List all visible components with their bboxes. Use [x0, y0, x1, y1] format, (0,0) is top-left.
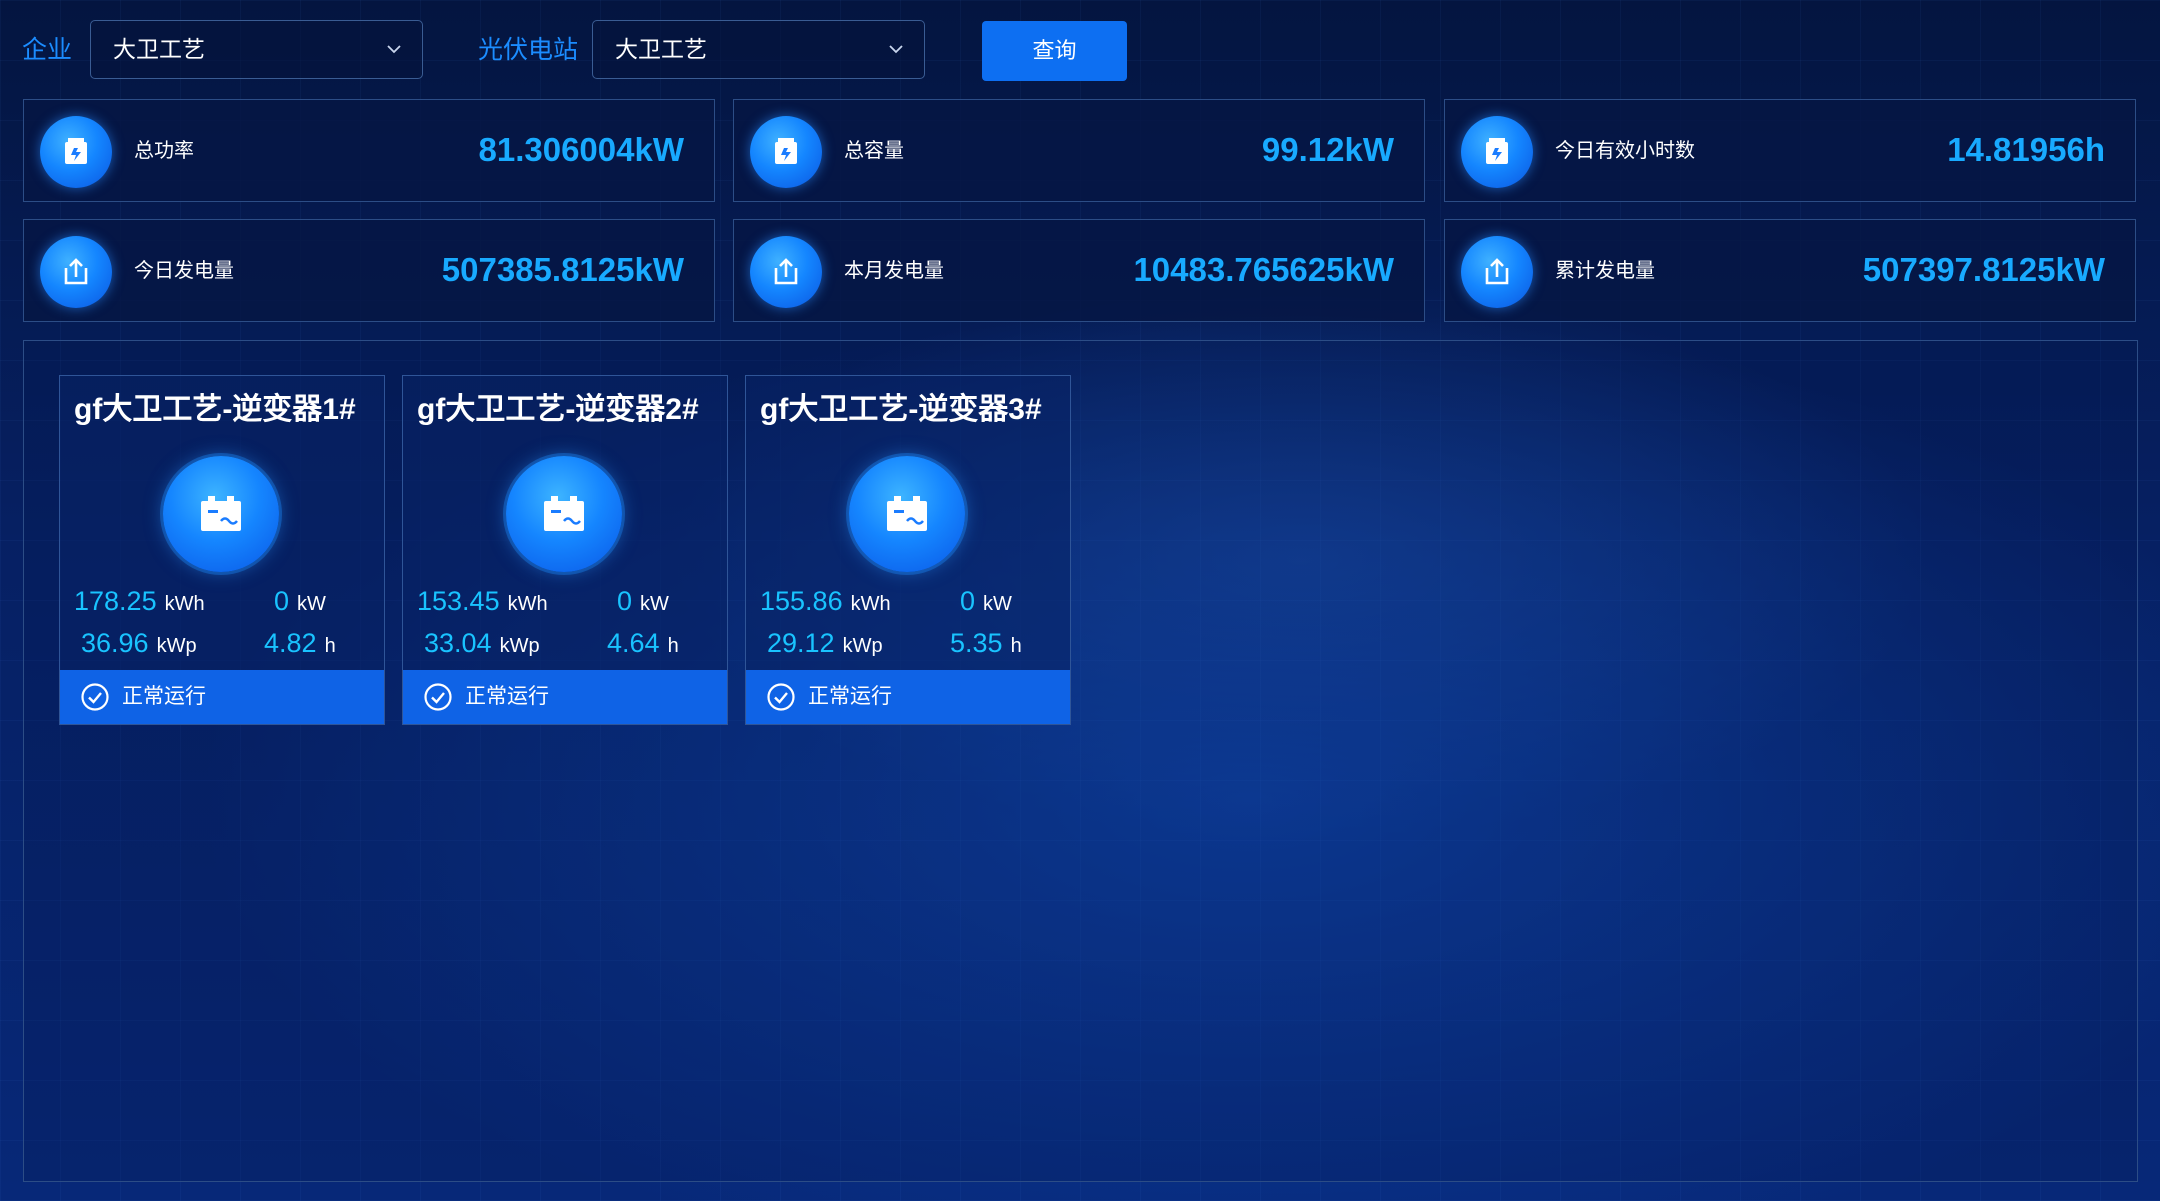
power-unit: kW [640, 593, 669, 615]
hours-unit: h [324, 635, 336, 657]
stat-label: 总容量 [844, 140, 904, 162]
energy-metric: 153.45 kWh [417, 586, 548, 621]
power-value: 0 [274, 586, 290, 616]
hours-metric: 4.64 h [607, 628, 679, 663]
upload-icon [40, 236, 112, 308]
inverter-card-2[interactable]: gf大卫工艺-逆变器2# 153.45 kWh 0 kW 33.04 kWp 4.64… [402, 375, 728, 725]
stat-card-effective-hours: 今日有效小时数 14.81956h [1444, 99, 2136, 202]
upload-icon [1461, 236, 1533, 308]
inverter-icon [163, 456, 279, 572]
stat-label: 累计发电量 [1555, 260, 1655, 282]
chevron-down-icon [889, 45, 903, 54]
station-select-value: 大卫工艺 [615, 36, 707, 62]
enterprise-select[interactable]: 大卫工艺 [90, 20, 423, 79]
stat-card-total-capacity: 总容量 99.12kW [733, 99, 1425, 202]
check-circle-icon [424, 683, 452, 711]
capacity-value: 33.04 [424, 628, 492, 658]
enterprise-select-value: 大卫工艺 [113, 36, 205, 62]
inverter-icon [506, 456, 622, 572]
power-unit: kW [297, 593, 326, 615]
upload-icon [750, 236, 822, 308]
status-text: 正常运行 [465, 685, 549, 708]
stat-value: 14.81956h [1947, 131, 2105, 168]
capacity-metric: 29.12 kWp [767, 628, 883, 663]
stat-value: 81.306004kW [478, 131, 685, 168]
stat-value: 10483.765625kW [1133, 251, 1394, 288]
stat-value: 507385.8125kW [441, 251, 684, 288]
status-text: 正常运行 [122, 685, 206, 708]
status-bar: 正常运行 [746, 670, 1070, 724]
stat-card-month-generation: 本月发电量 10483.765625kW [733, 219, 1425, 322]
dashboard: 企业 大卫工艺 光伏电站 大卫工艺 查询 总功率 81.306004kW 总容量… [0, 0, 2160, 1201]
status-bar: 正常运行 [403, 670, 727, 724]
power-metric: 0 kW [960, 586, 1012, 621]
capacity-metric: 36.96 kWp [81, 628, 197, 663]
storage-icon [40, 116, 112, 188]
filter-toolbar: 企业 大卫工艺 光伏电站 大卫工艺 查询 [0, 0, 2160, 90]
stat-card-total-generation: 累计发电量 507397.8125kW [1444, 219, 2136, 322]
energy-unit: kWh [164, 593, 205, 615]
power-value: 0 [960, 586, 976, 616]
inverter-title: gf大卫工艺-逆变器3# [760, 393, 1042, 426]
storage-icon [1461, 116, 1533, 188]
enterprise-label: 企业 [22, 36, 73, 64]
inverter-title: gf大卫工艺-逆变器1# [74, 393, 356, 426]
station-label: 光伏电站 [478, 36, 579, 64]
inverter-panel: gf大卫工艺-逆变器1# 178.25 kWh 0 kW 36.96 kWp 4.82… [23, 340, 2138, 1182]
storage-icon [750, 116, 822, 188]
hours-metric: 4.82 h [264, 628, 336, 663]
energy-unit: kWh [507, 593, 548, 615]
inverter-icon [849, 456, 965, 572]
capacity-unit: kWp [499, 635, 540, 657]
power-metric: 0 kW [274, 586, 326, 621]
inverter-card-1[interactable]: gf大卫工艺-逆变器1# 178.25 kWh 0 kW 36.96 kWp 4.82… [59, 375, 385, 725]
stat-label: 今日有效小时数 [1555, 140, 1695, 162]
stat-card-today-generation: 今日发电量 507385.8125kW [23, 219, 715, 322]
hours-value: 5.35 [950, 628, 1003, 658]
inverter-title: gf大卫工艺-逆变器2# [417, 393, 699, 426]
power-unit: kW [983, 593, 1012, 615]
energy-unit: kWh [850, 593, 891, 615]
energy-value: 153.45 [417, 586, 500, 616]
hours-unit: h [1010, 635, 1022, 657]
stat-card-total-power: 总功率 81.306004kW [23, 99, 715, 202]
hours-value: 4.82 [264, 628, 317, 658]
hours-value: 4.64 [607, 628, 660, 658]
power-value: 0 [617, 586, 633, 616]
energy-value: 178.25 [74, 586, 157, 616]
status-text: 正常运行 [808, 685, 892, 708]
power-metric: 0 kW [617, 586, 669, 621]
capacity-unit: kWp [842, 635, 883, 657]
stat-value: 99.12kW [1261, 131, 1394, 168]
check-circle-icon [767, 683, 795, 711]
query-button[interactable]: 查询 [982, 21, 1127, 81]
capacity-value: 29.12 [767, 628, 835, 658]
energy-metric: 178.25 kWh [74, 586, 205, 621]
stat-value: 507397.8125kW [1862, 251, 2105, 288]
capacity-metric: 33.04 kWp [424, 628, 540, 663]
check-circle-icon [81, 683, 109, 711]
energy-value: 155.86 [760, 586, 843, 616]
hours-metric: 5.35 h [950, 628, 1022, 663]
stat-label: 今日发电量 [134, 260, 234, 282]
stat-label: 本月发电量 [844, 260, 944, 282]
capacity-value: 36.96 [81, 628, 149, 658]
energy-metric: 155.86 kWh [760, 586, 891, 621]
station-select[interactable]: 大卫工艺 [592, 20, 925, 79]
stat-label: 总功率 [134, 140, 194, 162]
inverter-card-3[interactable]: gf大卫工艺-逆变器3# 155.86 kWh 0 kW 29.12 kWp 5.35… [745, 375, 1071, 725]
status-bar: 正常运行 [60, 670, 384, 724]
chevron-down-icon [387, 45, 401, 54]
hours-unit: h [667, 635, 679, 657]
capacity-unit: kWp [156, 635, 197, 657]
